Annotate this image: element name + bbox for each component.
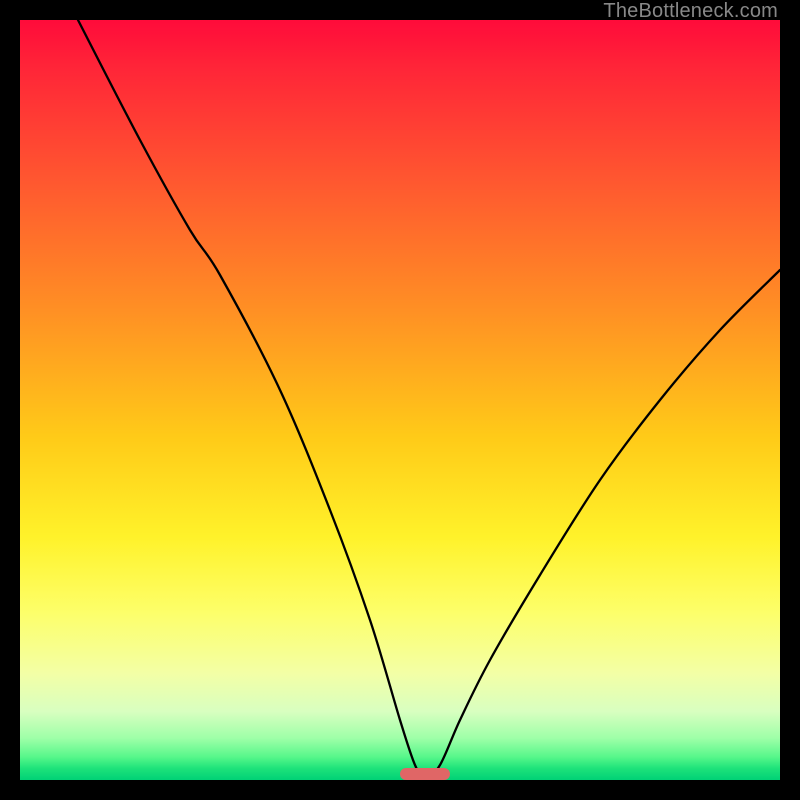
curve-svg [20, 20, 780, 780]
chart-frame: TheBottleneck.com [0, 0, 800, 800]
minimum-marker [400, 768, 450, 780]
bottleneck-curve [78, 20, 780, 778]
plot-area [20, 20, 780, 780]
